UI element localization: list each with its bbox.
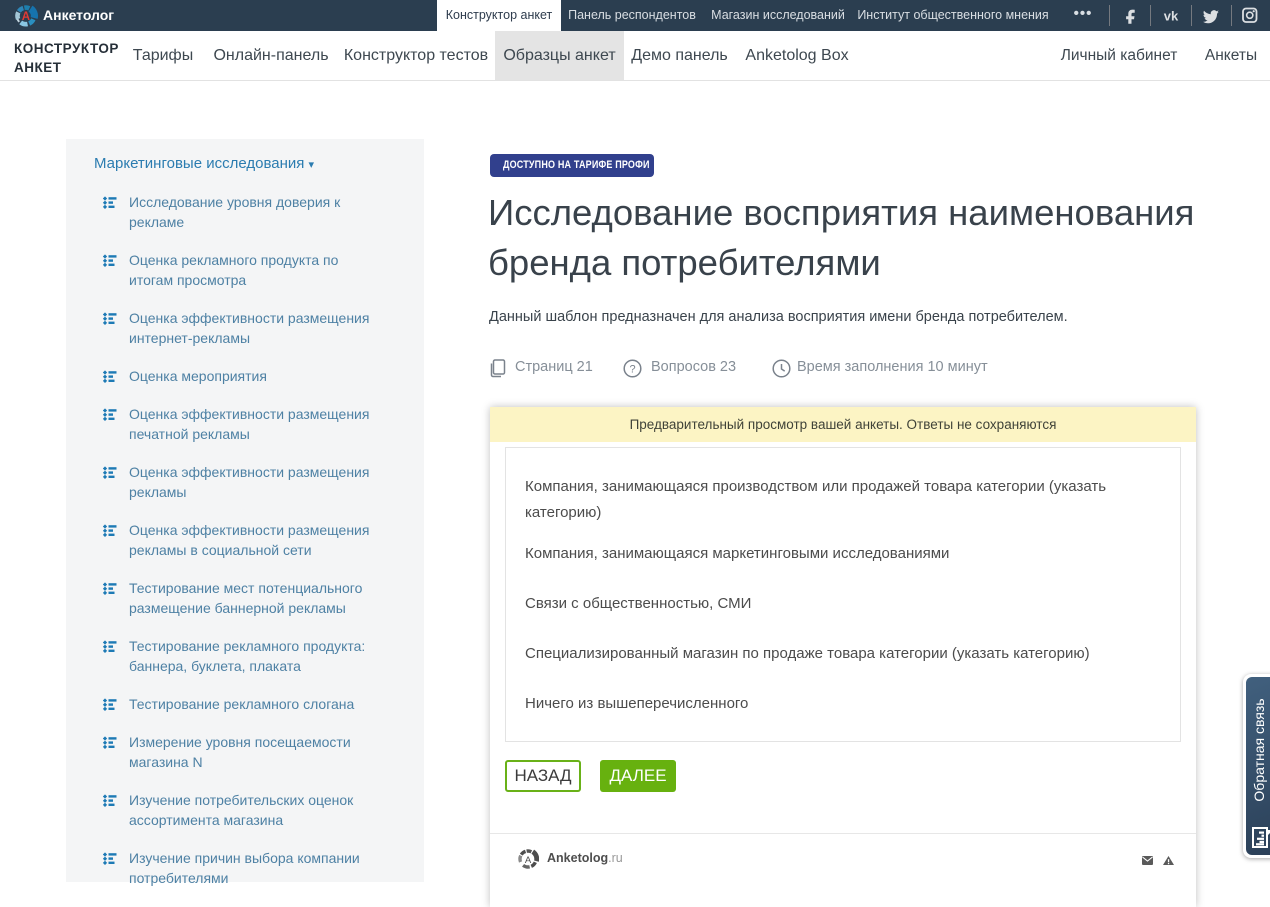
svg-text:A: A — [22, 11, 30, 23]
svg-text:?: ? — [629, 364, 635, 376]
svg-text:vk: vk — [1164, 9, 1179, 24]
svg-text:A: A — [525, 855, 532, 866]
